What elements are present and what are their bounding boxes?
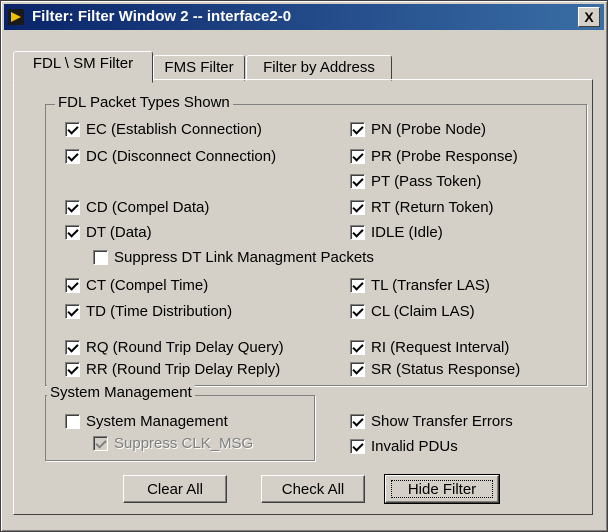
checkbox-label: TD (Time Distribution) (86, 302, 233, 320)
checkbox-mark[interactable] (65, 361, 80, 377)
checkbox-label: TL (Transfer LAS) (371, 276, 490, 294)
checkbox-label: PN (Probe Node) (371, 120, 487, 138)
checkbox-mark[interactable] (350, 361, 365, 377)
checkbox-mark[interactable] (350, 199, 365, 215)
fdl-group-legend: FDL Packet Types Shown (55, 94, 233, 111)
checkbox-idle[interactable]: IDLE (Idle) (350, 222, 443, 242)
checkbox-mark[interactable] (93, 249, 108, 265)
title-bar[interactable]: Filter: Filter Window 2 -- interface2-0 … (4, 4, 604, 30)
checkbox-ri[interactable]: RI (Request Interval) (350, 337, 509, 357)
close-button[interactable]: X (578, 7, 600, 27)
checkbox-ec[interactable]: EC (Establish Connection) (65, 119, 262, 139)
checkbox-pt[interactable]: PT (Pass Token) (350, 171, 481, 191)
checkbox-pn[interactable]: PN (Probe Node) (350, 119, 486, 139)
checkbox-rr[interactable]: RR (Round Trip Delay Reply) (65, 359, 280, 379)
checkbox-invalid-pdus[interactable]: Invalid PDUs (350, 436, 458, 456)
checkbox-label: Suppress CLK_MSG (114, 434, 254, 452)
checkbox-label: Show Transfer Errors (371, 412, 513, 430)
checkbox-mark[interactable] (350, 173, 365, 189)
checkbox-mark[interactable] (350, 121, 365, 137)
tab-fms-filter[interactable]: FMS Filter (153, 55, 245, 81)
clear-all-button[interactable]: Clear All (123, 475, 227, 503)
checkbox-rq[interactable]: RQ (Round Trip Delay Query) (65, 337, 284, 357)
checkbox-label: EC (Establish Connection) (86, 120, 262, 138)
filter-window: Filter: Filter Window 2 -- interface2-0 … (0, 0, 608, 532)
checkbox-suppress-clk-msg: Suppress CLK_MSG (93, 433, 253, 453)
sm-group-legend: System Management (47, 384, 195, 401)
checkbox-ct[interactable]: CT (Compel Time) (65, 275, 208, 295)
checkbox-show-transfer-errors[interactable]: Show Transfer Errors (350, 411, 513, 431)
tab-filter-by-address[interactable]: Filter by Address (246, 55, 392, 81)
checkbox-td[interactable]: TD (Time Distribution) (65, 301, 232, 321)
checkbox-suppress-dt[interactable]: Suppress DT Link Managment Packets (93, 247, 374, 267)
checkbox-tl[interactable]: TL (Transfer LAS) (350, 275, 490, 295)
checkbox-dc[interactable]: DC (Disconnect Connection) (65, 146, 276, 166)
checkbox-label: DC (Disconnect Connection) (86, 147, 277, 165)
checkbox-mark[interactable] (350, 224, 365, 240)
checkbox-label: RI (Request Interval) (371, 338, 510, 356)
checkbox-mark[interactable] (350, 413, 365, 429)
checkbox-mark[interactable] (65, 121, 80, 137)
checkbox-label: PR (Probe Response) (371, 147, 518, 165)
checkbox-dt[interactable]: DT (Data) (65, 222, 152, 242)
tab-fdl-sm-filter[interactable]: FDL \ SM Filter (13, 51, 153, 83)
checkbox-mark[interactable] (350, 148, 365, 164)
checkbox-mark (93, 435, 108, 451)
checkbox-mark[interactable] (350, 303, 365, 319)
hide-filter-label: Hide Filter (391, 480, 493, 498)
checkbox-mark[interactable] (350, 438, 365, 454)
checkbox-cl[interactable]: CL (Claim LAS) (350, 301, 475, 321)
checkbox-label: System Management (86, 412, 228, 430)
checkbox-label: Invalid PDUs (371, 437, 458, 455)
checkbox-mark[interactable] (65, 148, 80, 164)
checkbox-mark[interactable] (65, 413, 80, 429)
window-title: Filter: Filter Window 2 -- interface2-0 (32, 8, 292, 25)
checkbox-label: CT (Compel Time) (86, 276, 209, 294)
checkbox-label: RT (Return Token) (371, 198, 494, 216)
check-all-button[interactable]: Check All (261, 475, 365, 503)
checkbox-cd[interactable]: CD (Compel Data) (65, 197, 209, 217)
checkbox-mark[interactable] (65, 277, 80, 293)
checkbox-label: Suppress DT Link Managment Packets (114, 248, 374, 266)
checkbox-label: SR (Status Response) (371, 360, 521, 378)
checkbox-mark[interactable] (65, 224, 80, 240)
checkbox-mark[interactable] (65, 339, 80, 355)
checkbox-mark[interactable] (350, 339, 365, 355)
checkbox-label: RQ (Round Trip Delay Query) (86, 338, 284, 356)
checkbox-rt[interactable]: RT (Return Token) (350, 197, 494, 217)
checkbox-mark[interactable] (350, 277, 365, 293)
checkbox-label: CL (Claim LAS) (371, 302, 475, 320)
checkbox-mark[interactable] (65, 199, 80, 215)
checkbox-label: IDLE (Idle) (371, 223, 443, 241)
checkbox-label: RR (Round Trip Delay Reply) (86, 360, 281, 378)
checkbox-system-management[interactable]: System Management (65, 411, 228, 431)
checkbox-sr[interactable]: SR (Status Response) (350, 359, 520, 379)
checkbox-label: DT (Data) (86, 223, 152, 241)
hide-filter-button[interactable]: Hide Filter (384, 474, 500, 504)
app-icon (8, 9, 24, 25)
checkbox-mark[interactable] (65, 303, 80, 319)
checkbox-label: PT (Pass Token) (371, 172, 482, 190)
checkbox-label: CD (Compel Data) (86, 198, 210, 216)
checkbox-pr[interactable]: PR (Probe Response) (350, 146, 518, 166)
